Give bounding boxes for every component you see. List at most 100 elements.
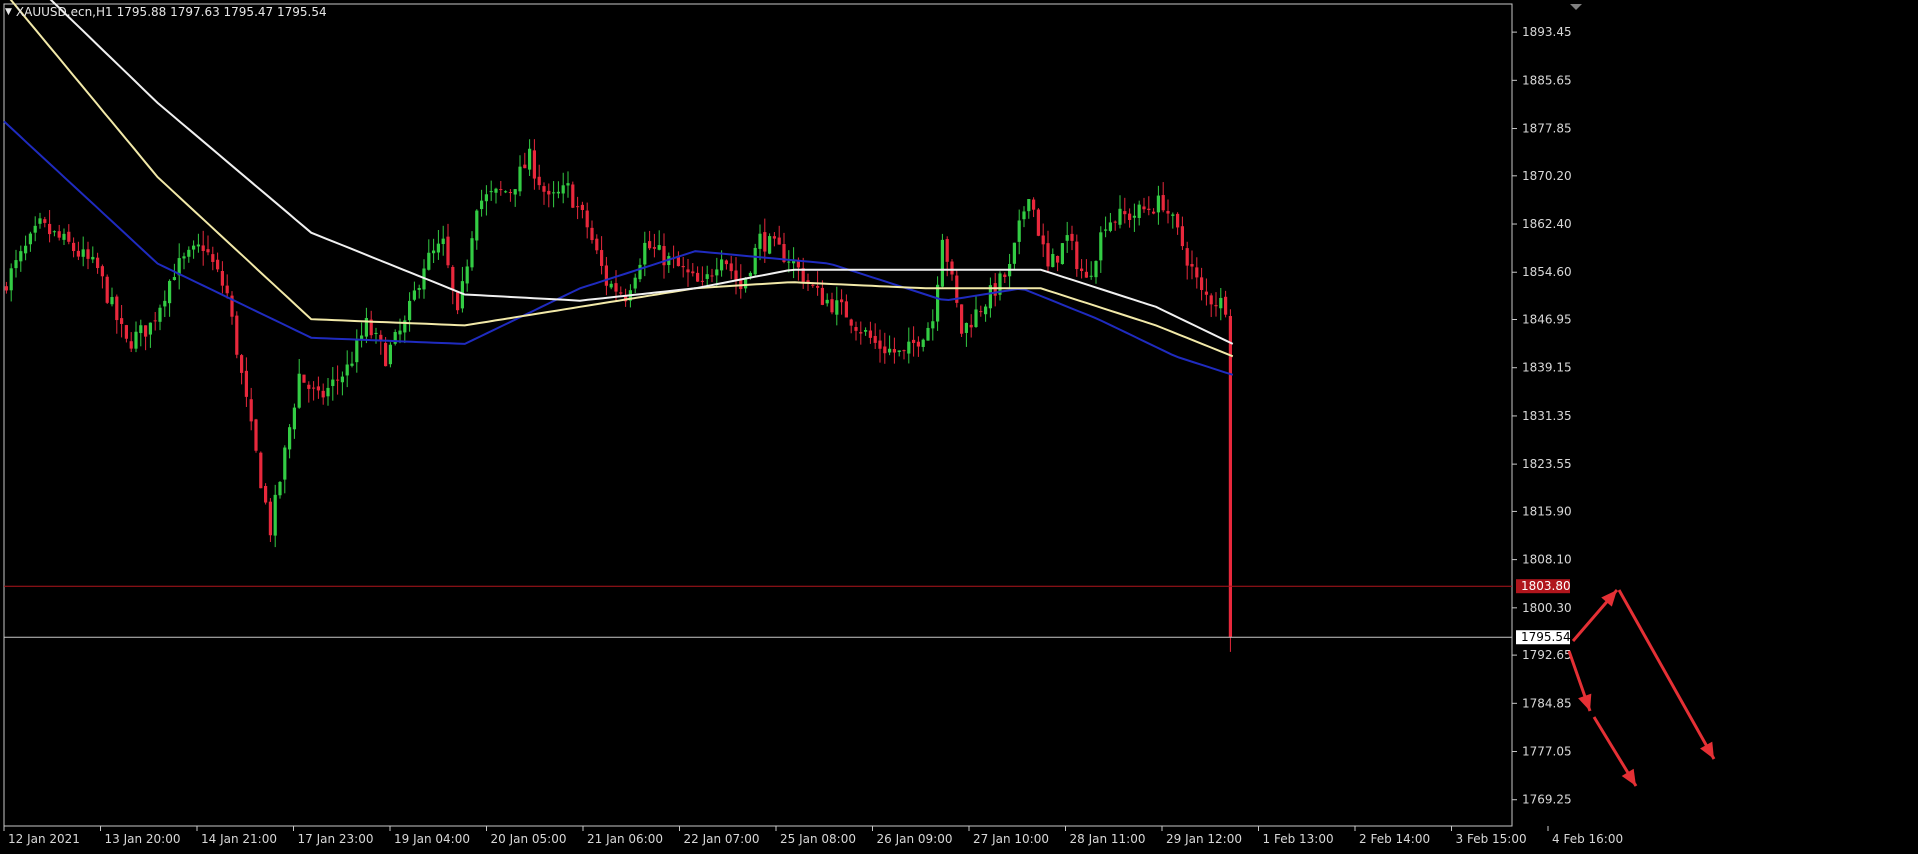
candle-body xyxy=(600,250,604,266)
candle-body xyxy=(326,387,330,397)
candle xyxy=(388,342,392,368)
candle-body xyxy=(1228,316,1232,638)
candle-body xyxy=(931,321,935,329)
candle-body xyxy=(302,374,306,383)
candle-body xyxy=(384,342,388,367)
candle-body xyxy=(1051,253,1055,268)
x-tick-label: 3 Feb 15:00 xyxy=(1456,832,1527,846)
y-tick-label: 1846.95 xyxy=(1522,313,1572,327)
candle xyxy=(768,233,772,255)
candle-body xyxy=(139,325,143,334)
candle-body xyxy=(1041,235,1045,245)
x-tick-label: 4 Feb 16:00 xyxy=(1552,832,1623,846)
candle xyxy=(940,233,944,288)
candle-body xyxy=(408,300,412,321)
candle-body xyxy=(1012,242,1016,264)
candle-body xyxy=(873,335,877,343)
candle xyxy=(105,274,109,304)
candle-body xyxy=(158,307,162,322)
candle-body xyxy=(700,280,704,282)
candle-body xyxy=(1003,274,1007,277)
candle-body xyxy=(528,148,532,170)
candle-body xyxy=(412,290,416,300)
candle-body xyxy=(1099,232,1103,261)
candle-body xyxy=(52,231,56,233)
y-tick-label: 1769.25 xyxy=(1522,793,1572,807)
candle-body xyxy=(470,238,474,268)
candle-body xyxy=(614,283,618,292)
candle-body xyxy=(571,184,575,208)
candle-body xyxy=(849,319,853,326)
candle-body xyxy=(292,407,296,430)
y-tick-label: 1800.30 xyxy=(1522,601,1572,615)
candle-body xyxy=(811,284,815,286)
candle-body xyxy=(1017,220,1021,242)
x-tick-label: 17 Jan 23:00 xyxy=(298,832,374,846)
candle-body xyxy=(62,233,66,240)
candle-body xyxy=(345,364,349,376)
candle-body xyxy=(1046,243,1050,267)
candle-body xyxy=(542,186,546,192)
candle-body xyxy=(76,250,80,257)
candle-body xyxy=(720,259,724,271)
candle-body xyxy=(43,219,47,223)
candle-body xyxy=(1036,209,1040,236)
x-tick-label: 14 Jan 21:00 xyxy=(201,832,277,846)
candle xyxy=(1060,243,1064,265)
candle-body xyxy=(67,231,71,242)
candle-body xyxy=(1166,210,1170,214)
y-tick-label: 1893.45 xyxy=(1522,25,1572,39)
candle-body xyxy=(566,183,570,186)
candle-body xyxy=(91,256,95,260)
price-chart[interactable]: 1893.45 1885.65 1877.85 1870.20 1862.40 1854.… xyxy=(0,0,1918,850)
candle-body xyxy=(489,191,493,193)
dropdown-triangle-icon[interactable]: ▼ xyxy=(5,7,12,17)
candle-body xyxy=(484,194,488,202)
chart-frame[interactable]: 1893.45 1885.65 1877.85 1870.20 1862.40 1854.… xyxy=(0,0,1918,850)
candle-body xyxy=(638,264,642,280)
candle-body xyxy=(480,200,484,210)
candle-body xyxy=(686,269,690,273)
y-tick-label: 1885.65 xyxy=(1522,73,1572,87)
candle-body xyxy=(86,249,90,259)
candle-body xyxy=(100,266,104,277)
candle-body xyxy=(729,263,733,272)
candle-body xyxy=(907,341,911,354)
candle-body xyxy=(1209,295,1213,305)
candle-body xyxy=(868,330,872,338)
candle-body xyxy=(936,284,940,322)
candle-body xyxy=(1214,305,1218,307)
candle-body xyxy=(172,277,176,280)
candle xyxy=(302,374,306,383)
candle-body xyxy=(427,252,431,270)
candle-body xyxy=(1147,208,1151,211)
candle xyxy=(264,483,268,505)
candle-body xyxy=(288,427,292,450)
candle-body xyxy=(748,272,752,277)
candle-body xyxy=(1065,235,1069,241)
candle xyxy=(1036,208,1040,237)
candle-body xyxy=(691,271,695,274)
candle-body xyxy=(48,223,52,235)
candle-body xyxy=(1084,271,1088,278)
candle-body xyxy=(1056,255,1060,263)
candle-body xyxy=(81,249,85,257)
candle-body xyxy=(768,236,772,254)
candle-body xyxy=(974,309,978,327)
candle-body xyxy=(1137,204,1141,218)
candle-body xyxy=(763,232,767,252)
candle-body xyxy=(225,285,229,294)
candle-body xyxy=(1171,214,1175,216)
candle-body xyxy=(244,370,248,397)
candle-body xyxy=(417,288,421,290)
candle-body xyxy=(753,247,757,275)
chart-header: ▼ XAUUSD.ecn,H1 1795.88 1797.63 1795.47 … xyxy=(5,5,327,19)
candle-body xyxy=(321,390,325,398)
candle-body xyxy=(657,245,661,250)
candle-body xyxy=(844,301,848,318)
candle-body xyxy=(153,320,157,322)
candle-body xyxy=(1176,213,1180,228)
candle-body xyxy=(33,225,37,233)
x-tick-label: 26 Jan 09:00 xyxy=(877,832,953,846)
candle-body xyxy=(96,257,100,269)
